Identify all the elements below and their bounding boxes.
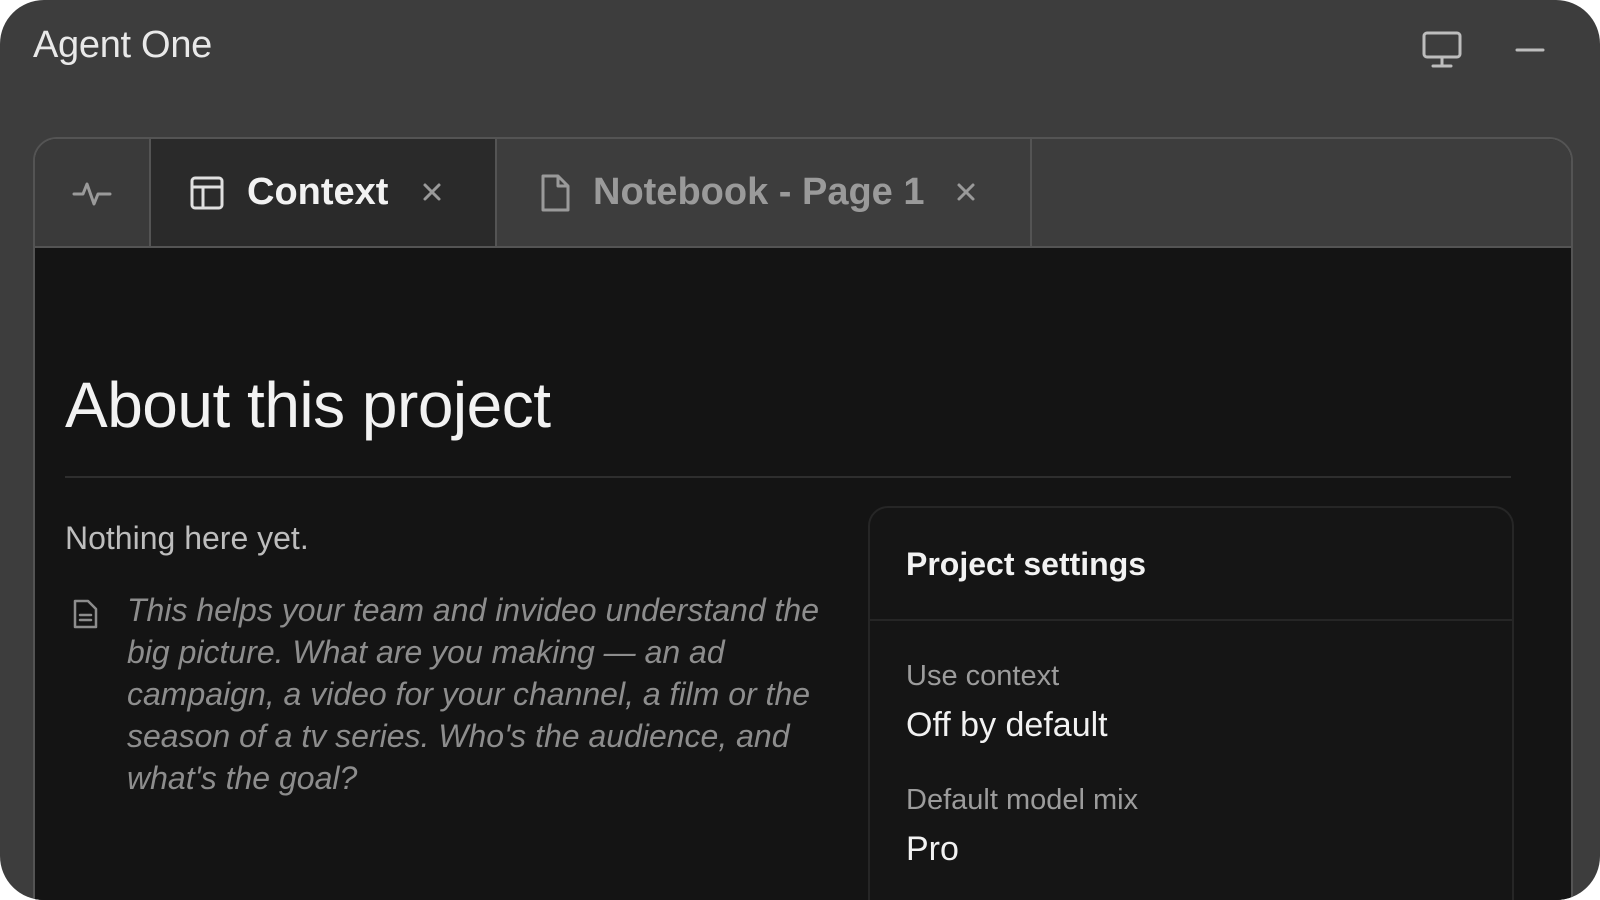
context-content: About this project Nothing here yet. Thi… — [35, 248, 1571, 900]
use-context-label: Use context — [906, 660, 1060, 692]
tab-bar: Context Notebook - Page 1 — [35, 139, 1571, 248]
settings-title: Project settings — [906, 546, 1147, 582]
minimize-icon — [1515, 48, 1545, 52]
tab-notebook[interactable]: Notebook - Page 1 — [497, 139, 1032, 246]
app-window: Agent One Context Notebook - Page 1 Abou… — [0, 0, 1600, 900]
calendar-icon — [190, 176, 224, 209]
title-divider — [65, 476, 1511, 478]
minimize-button[interactable] — [1506, 26, 1554, 74]
document-icon — [541, 174, 570, 211]
monitor-icon — [1422, 31, 1462, 68]
settings-divider — [870, 619, 1512, 621]
close-tab-context-button[interactable] — [415, 175, 449, 209]
tab-activity[interactable] — [35, 139, 151, 246]
app-title: Agent One — [33, 24, 212, 66]
note-icon — [73, 599, 98, 629]
close-tab-notebook-button[interactable] — [949, 175, 983, 209]
close-icon — [423, 183, 441, 201]
default-model-mix-label: Default model mix — [906, 784, 1139, 816]
tab-context-label: Context — [247, 171, 389, 213]
empty-state-text: Nothing here yet. — [65, 520, 309, 556]
default-model-mix-value[interactable]: Pro — [906, 830, 959, 869]
tab-notebook-label: Notebook - Page 1 — [593, 171, 925, 213]
page-title: About this project — [65, 369, 551, 441]
main-panel: Context Notebook - Page 1 About this pro… — [33, 137, 1573, 900]
tab-context[interactable]: Context — [151, 139, 497, 246]
project-settings-card: Project settings Use context Off by defa… — [868, 506, 1514, 900]
display-button[interactable] — [1418, 26, 1466, 74]
use-context-value[interactable]: Off by default — [906, 706, 1108, 745]
activity-icon — [72, 182, 112, 205]
context-hint-text: This helps your team and invideo underst… — [127, 592, 819, 796]
close-icon — [957, 183, 975, 201]
